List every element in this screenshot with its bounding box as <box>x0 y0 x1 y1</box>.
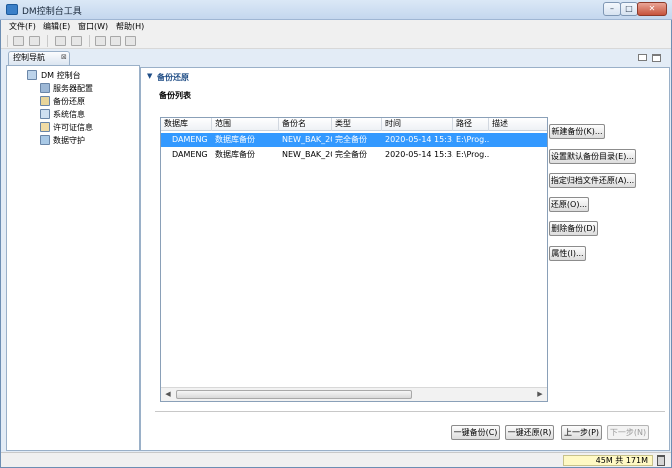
menu-bar: 文件(F) 编辑(E) 窗口(W) 帮助(H) <box>1 20 671 33</box>
garbage-collect-icon[interactable] <box>657 455 665 466</box>
scroll-right-arrow-icon[interactable]: ▶ <box>534 389 546 400</box>
column-header-scope[interactable]: 范围 <box>212 118 279 131</box>
one-key-restore-button[interactable]: 一键还原(R) <box>505 425 554 440</box>
paste-icon[interactable] <box>125 36 136 46</box>
undo-icon[interactable] <box>55 36 66 46</box>
menu-file[interactable]: 文件(F) <box>9 21 36 32</box>
close-button[interactable]: ✕ <box>637 2 667 16</box>
copy-icon[interactable] <box>110 36 121 46</box>
menu-window[interactable]: 窗口(W) <box>78 21 108 32</box>
table-row[interactable]: DAMENG 数据库备份 NEW_BAK_20 完全备份 2020-05-14 … <box>161 133 547 147</box>
minimize-button[interactable]: – <box>603 2 621 16</box>
cell-path: E:\Prog... <box>456 135 489 144</box>
set-default-backup-dir-button[interactable]: 设置默认备份目录(E)... <box>549 149 636 164</box>
backup-icon <box>40 96 50 106</box>
tab-close-icon[interactable]: ⊠ <box>61 53 67 61</box>
tree-label: 备份还原 <box>53 97 85 106</box>
tree-label: 数据守护 <box>53 136 85 145</box>
collapse-arrow-icon: ▼ <box>147 72 153 80</box>
tree-label: 系统信息 <box>53 110 85 119</box>
cell-type: 完全备份 <box>335 135 367 144</box>
horizontal-scrollbar[interactable]: ◀ ▶ <box>161 387 547 401</box>
section-title: 备份还原 <box>157 73 189 82</box>
tree-item-data-guard[interactable]: 数据守护 <box>7 134 137 147</box>
column-header-time[interactable]: 时间 <box>382 118 453 131</box>
minimize-view-icon[interactable] <box>638 54 647 61</box>
column-header-description[interactable]: 描述 <box>489 118 547 131</box>
restore-button[interactable]: 还原(O)... <box>549 197 589 212</box>
menu-help[interactable]: 帮助(H) <box>116 21 144 32</box>
redo-icon[interactable] <box>71 36 82 46</box>
backup-restore-editor: ▼ 备份还原 备份列表 数据库 范围 备份名 类型 时间 路径 描述 DAMEN… <box>140 67 670 451</box>
tree-label: 服务器配置 <box>53 84 93 93</box>
cell-backup-name: NEW_BAK_20 <box>282 135 332 144</box>
status-bar: 45M 共 171M <box>1 452 671 467</box>
maximize-button[interactable]: □ <box>620 2 638 16</box>
tree-item-license-info[interactable]: 许可证信息 <box>7 121 137 134</box>
cell-type: 完全备份 <box>335 150 367 159</box>
editor-tab-bar <box>140 51 670 67</box>
column-header-backup-name[interactable]: 备份名 <box>279 118 332 131</box>
data-guard-icon <box>40 135 50 145</box>
tree-label: 许可证信息 <box>53 123 93 132</box>
cell-path: E:\Prog... <box>456 150 489 159</box>
memory-usage: 45M 共 171M <box>563 455 653 466</box>
title-bar: DM控制台工具 – □ ✕ <box>0 0 672 20</box>
one-key-backup-button[interactable]: 一键备份(C) <box>451 425 500 440</box>
toolbar-grip <box>7 35 8 47</box>
nav-tab-bar: 控制导航 ⊠ <box>2 51 139 66</box>
toolbar-separator <box>47 35 48 47</box>
tree-item-backup-restore[interactable]: 备份还原 <box>7 95 137 108</box>
previous-step-button[interactable]: 上一步(P) <box>561 425 602 440</box>
toolbar-separator <box>89 35 90 47</box>
window-title: DM控制台工具 <box>22 7 82 17</box>
backup-table[interactable]: 数据库 范围 备份名 类型 时间 路径 描述 DAMENG 数据库备份 NEW_… <box>160 117 548 402</box>
save-icon[interactable] <box>13 36 24 46</box>
tree-item-server-config[interactable]: 服务器配置 <box>7 82 137 95</box>
cell-time: 2020-05-14 15:3... <box>385 150 453 159</box>
restore-from-archive-button[interactable]: 指定归档文件还原(A)... <box>549 173 636 188</box>
cell-description <box>489 148 547 162</box>
console-icon <box>27 70 37 80</box>
tree-item-system-info[interactable]: 系统信息 <box>7 108 137 121</box>
next-step-button: 下一步(N) <box>607 425 649 440</box>
maximize-view-icon[interactable] <box>652 54 661 62</box>
toolbar <box>1 33 671 49</box>
new-backup-button[interactable]: 新建备份(K)... <box>549 124 605 139</box>
tree-root-dm-console[interactable]: DM 控制台 <box>7 69 137 82</box>
tab-label: 控制导航 <box>13 53 45 62</box>
cut-icon[interactable] <box>95 36 106 46</box>
column-header-path[interactable]: 路径 <box>453 118 489 131</box>
cell-database: DAMENG <box>172 150 208 159</box>
cell-scope: 数据库备份 <box>215 135 255 144</box>
scroll-left-arrow-icon[interactable]: ◀ <box>162 389 174 400</box>
cell-database: DAMENG <box>172 135 208 144</box>
menu-edit[interactable]: 编辑(E) <box>43 21 70 32</box>
scrollbar-thumb[interactable] <box>176 390 412 399</box>
properties-button[interactable]: 属性(I)... <box>549 246 586 261</box>
cell-time: 2020-05-14 15:3... <box>385 135 453 144</box>
system-info-icon <box>40 109 50 119</box>
cell-description <box>489 133 547 147</box>
save-all-icon[interactable] <box>29 36 40 46</box>
license-icon <box>40 122 50 132</box>
tree-label: DM 控制台 <box>41 71 81 80</box>
column-header-database[interactable]: 数据库 <box>161 118 212 131</box>
cell-backup-name: NEW_BAK_20 <box>282 150 332 159</box>
app-icon <box>6 4 18 15</box>
column-header-type[interactable]: 类型 <box>332 118 382 131</box>
backup-list-title: 备份列表 <box>159 91 191 100</box>
delete-backup-button[interactable]: 删除备份(D) <box>549 221 598 236</box>
server-icon <box>40 83 50 93</box>
navigation-tree: DM 控制台 服务器配置 备份还原 系统信息 许可证信息 数据守护 <box>6 65 140 451</box>
section-divider <box>155 411 665 412</box>
table-row[interactable]: DAMENG 数据库备份 NEW_BAK_20 完全备份 2020-05-14 … <box>161 148 547 162</box>
table-header: 数据库 范围 备份名 类型 时间 路径 描述 <box>161 118 547 131</box>
cell-scope: 数据库备份 <box>215 150 255 159</box>
